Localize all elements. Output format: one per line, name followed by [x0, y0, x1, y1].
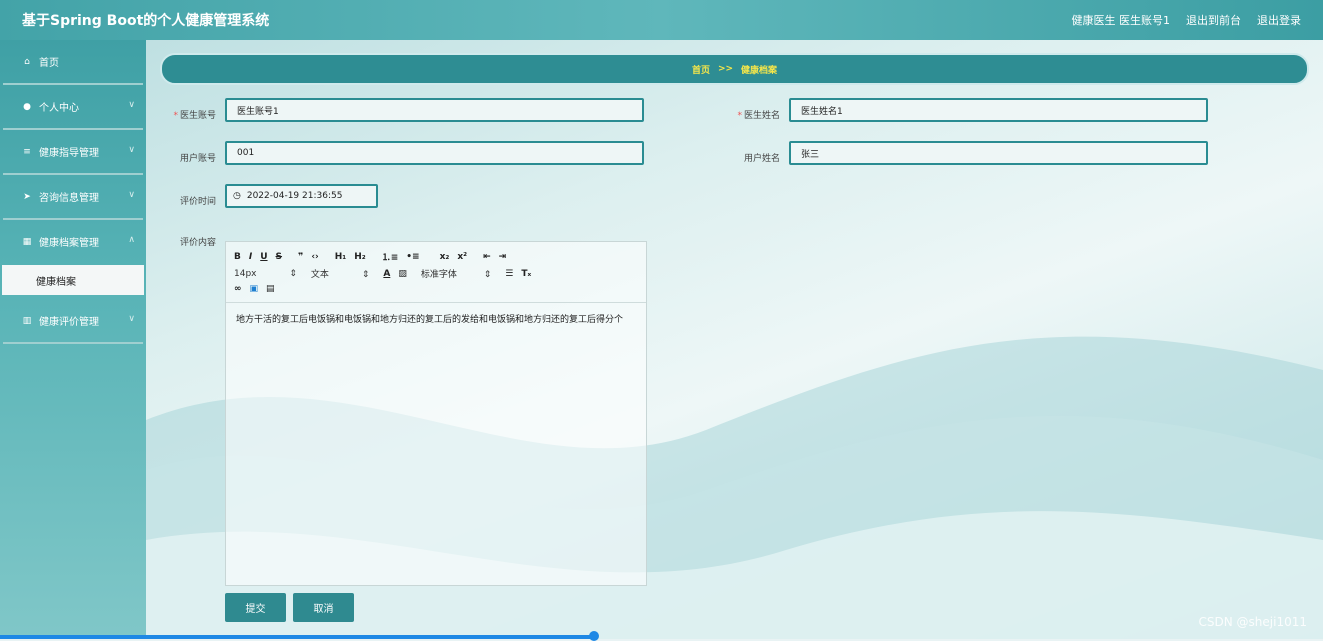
bold-icon[interactable]: B [234, 252, 241, 262]
font-color-icon[interactable]: A [383, 269, 390, 279]
background-color-icon[interactable]: ▨ [398, 269, 407, 279]
sidebar-item-home[interactable]: ⌂ 首页 [3, 40, 143, 85]
progress-handle[interactable] [589, 631, 599, 641]
italic-icon[interactable]: I [249, 252, 252, 262]
subscript-icon[interactable]: x₂ [440, 252, 450, 262]
rich-text-editor[interactable]: B I U S ❞ ‹› H₁ H₂ ⒈≡ •≡ x₂ x² ⇤ ⇥ 14px … [225, 241, 647, 586]
sidebar-item-personal-center[interactable]: ● 个人中心 ∨ [3, 85, 143, 130]
user-name-field[interactable]: 张三 [789, 141, 1208, 165]
sidebar-item-label: 咨询信息管理 [39, 193, 99, 204]
eval-time-value: 2022-04-19 21:36:55 [246, 191, 343, 201]
editor-toolbar: B I U S ❞ ‹› H₁ H₂ ⒈≡ •≡ x₂ x² ⇤ ⇥ 14px … [226, 242, 646, 303]
chevron-down-icon: ∨ [128, 190, 135, 200]
strikethrough-icon[interactable]: S [276, 252, 282, 262]
chevron-down-icon: ∨ [128, 314, 135, 324]
sidebar-item-health-evaluation[interactable]: ▥ 健康评价管理 ∨ [3, 299, 143, 344]
sidebar-item-label: 个人中心 [39, 103, 79, 114]
clear-format-icon[interactable]: Tₓ [521, 269, 531, 279]
sidebar-item-label: 健康档案管理 [39, 238, 99, 249]
user-name-label: 用户姓名 [743, 154, 780, 164]
user-account-label: 用户账号 [179, 154, 216, 164]
link-icon[interactable]: ∞ [234, 284, 242, 294]
send-icon: ➤ [23, 191, 31, 202]
submit-button[interactable]: 提交 [225, 593, 286, 622]
top-header: 基于Spring Boot的个人健康管理系统 健康医生 医生账号1 退出到前台 … [0, 0, 1323, 40]
app-title: 基于Spring Boot的个人健康管理系统 [22, 13, 270, 29]
chevron-down-icon: ∨ [128, 145, 135, 155]
sidebar: ⌂ 首页 ● 个人中心 ∨ ≡ 健康指导管理 ∨ ➤ 咨询信息管理 ∨ ▦ 健康… [0, 40, 146, 639]
user-account-field[interactable]: 001 [225, 141, 644, 165]
sidebar-item-health-guidance[interactable]: ≡ 健康指导管理 ∨ [3, 130, 143, 175]
indent-icon[interactable]: ⇥ [499, 252, 507, 262]
main-content: 首页 >> 健康档案 *医生账号 医生账号1 ↖ *医生姓名 医生姓名1 用户账… [146, 40, 1323, 639]
eval-time-field[interactable]: ◷ 2022-04-19 21:36:55 [225, 184, 378, 208]
sidebar-item-label: 健康指导管理 [39, 148, 99, 159]
code-icon[interactable]: ‹› [311, 252, 318, 262]
eval-content-label: 评价内容 [179, 238, 216, 248]
home-icon: ⌂ [24, 56, 30, 67]
breadcrumb-home[interactable]: 首页 [692, 63, 710, 76]
align-icon[interactable]: ☰ [505, 269, 513, 279]
sidebar-item-consult-info[interactable]: ➤ 咨询信息管理 ∨ [3, 175, 143, 220]
underline-icon[interactable]: U [260, 252, 267, 262]
header-actions: 健康医生 医生账号1 退出到前台 退出登录 [1072, 12, 1302, 28]
user-icon: ● [23, 101, 31, 112]
breadcrumb-current: 健康档案 [741, 65, 778, 76]
list-icon: ≡ [23, 146, 31, 157]
chart-icon: ▥ [22, 315, 32, 326]
page-progress-bar [0, 635, 595, 639]
clock-icon: ◷ [233, 191, 241, 201]
font-size-select[interactable]: 14px ⇕ [234, 269, 297, 279]
doctor-name-field[interactable]: 医生姓名1 [789, 98, 1208, 122]
eval-time-label: 评价时间 [179, 197, 216, 207]
sidebar-item-label: 健康评价管理 [39, 317, 99, 328]
sidebar-item-health-records[interactable]: ▦ 健康档案管理 ∧ [3, 220, 143, 263]
outdent-icon[interactable]: ⇤ [483, 252, 491, 262]
bullet-list-icon[interactable]: •≡ [406, 252, 419, 262]
heading2-icon[interactable]: H₂ [354, 252, 365, 262]
logout-link[interactable]: 退出登录 [1257, 12, 1301, 28]
editor-content[interactable]: 地方干活的复工后电饭锅和电饭锅和地方归还的复工后的发给和电饭锅和地方归还的复工后… [226, 303, 646, 337]
back-to-front-link[interactable]: 退出到前台 [1186, 12, 1241, 28]
watermark: CSDN @sheji1011 [1198, 615, 1307, 629]
sidebar-item-label: 首页 [39, 58, 59, 69]
chevron-up-icon: ∧ [128, 235, 135, 245]
blockquote-icon[interactable]: ❞ [298, 252, 303, 262]
cancel-button[interactable]: 取消 [293, 593, 354, 622]
heading1-icon[interactable]: H₁ [335, 252, 346, 262]
grid-icon: ▦ [22, 236, 32, 247]
image-icon[interactable]: ▣ [250, 284, 259, 294]
doctor-name-label: * 医生姓名 [737, 111, 780, 121]
chevron-down-icon: ∨ [128, 100, 135, 110]
sidebar-subitem-health-record[interactable]: 健康档案 [2, 265, 144, 295]
user-info: 健康医生 医生账号1 [1071, 14, 1171, 27]
superscript-icon[interactable]: x² [457, 252, 467, 262]
breadcrumb-separator: >> [717, 64, 734, 74]
text-type-select[interactable]: 文本 ⇕ [311, 267, 369, 280]
ordered-list-icon[interactable]: ⒈≡ [382, 250, 399, 263]
doctor-account-label: * 医生账号 [173, 111, 216, 121]
video-icon[interactable]: ▤ [266, 284, 275, 294]
breadcrumb: 首页 >> 健康档案 [160, 53, 1309, 85]
font-family-select[interactable]: 标准字体 ⇕ [421, 267, 491, 280]
doctor-account-field[interactable]: 医生账号1 [225, 98, 644, 122]
